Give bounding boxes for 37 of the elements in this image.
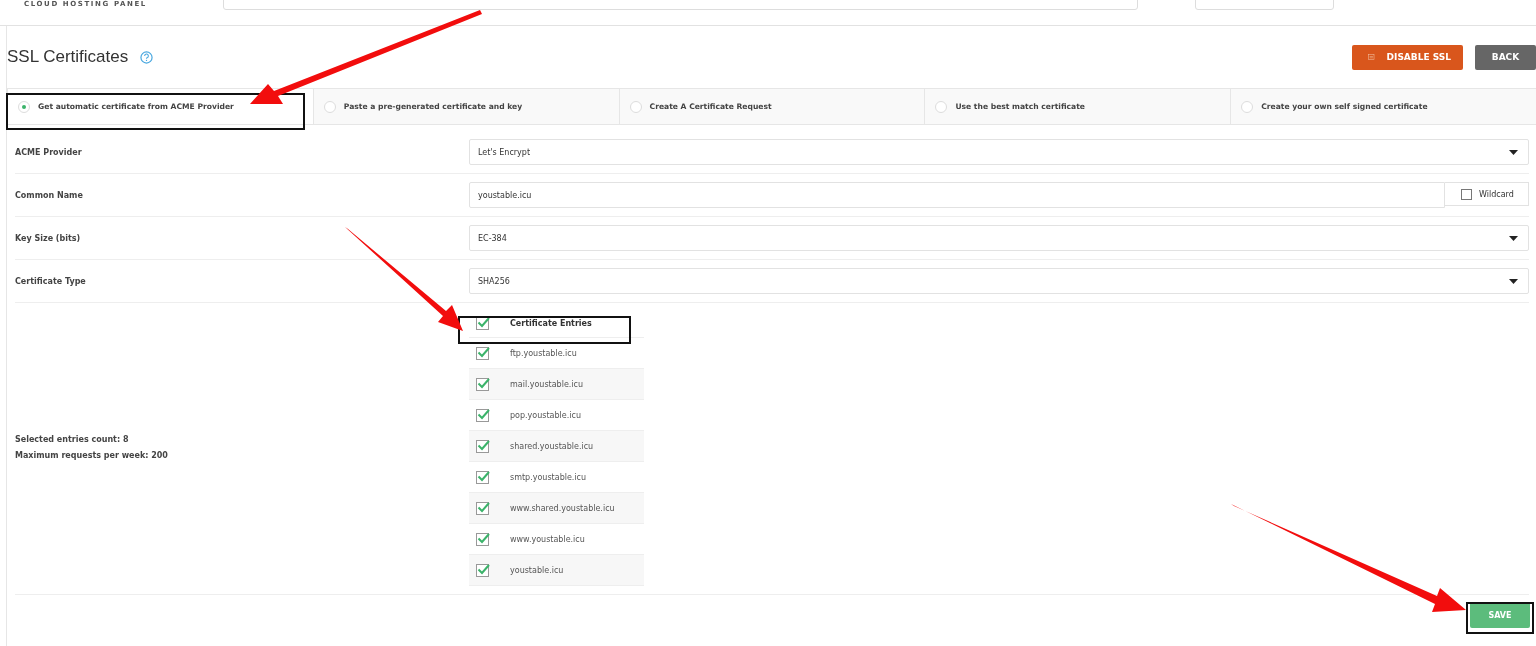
checked-checkbox[interactable] — [476, 501, 490, 515]
caret-icon — [1509, 149, 1518, 155]
help-icon[interactable] — [140, 50, 154, 64]
field-label: ACME Provider — [15, 147, 83, 157]
domain-name: ftp.youstable.icu — [510, 348, 577, 358]
domain-name: www.shared.youstable.icu — [510, 503, 615, 513]
caret-icon — [1509, 278, 1518, 284]
checked-checkbox[interactable] — [476, 563, 490, 577]
page-title: SSL Certificates — [7, 47, 129, 67]
field-label: Certificate Type — [15, 276, 87, 286]
checked-checkbox[interactable] — [476, 470, 490, 484]
caret-icon — [1509, 235, 1518, 241]
field-label: Key Size (bits) — [15, 233, 82, 243]
disable-ssl-button[interactable]: DISABLE SSL — [1352, 44, 1463, 70]
summary-text: Selected entries count: 8 — [15, 433, 130, 446]
domain-name: youstable.icu — [510, 565, 564, 575]
summary-text: Maximum requests per week: 200 — [15, 449, 169, 462]
dropdown-field[interactable]: EC-384 — [469, 225, 1529, 251]
domain-name: www.youstable.icu — [510, 534, 585, 544]
domain-name: mail.youstable.icu — [510, 379, 584, 389]
domain-name: shared.youstable.icu — [510, 441, 594, 451]
back-button[interactable]: BACK — [1475, 44, 1536, 70]
column-heading: Certificate Entries — [510, 318, 592, 328]
text-field[interactable]: youstable.icu — [469, 182, 1445, 208]
checked-checkbox[interactable] — [476, 377, 490, 391]
domain-name: pop.youstable.icu — [510, 410, 581, 420]
certificate-icon — [1368, 51, 1375, 63]
domain-name: smtp.youstable.icu — [510, 472, 587, 482]
checked-checkbox[interactable] — [476, 439, 490, 453]
annotation-frame — [1466, 602, 1534, 634]
checked-checkbox[interactable] — [476, 346, 490, 360]
wildcard-checkbox[interactable]: Wildcard — [1445, 182, 1529, 206]
field-label: Common Name — [15, 190, 84, 200]
checked-checkbox[interactable] — [476, 408, 490, 422]
dropdown-field[interactable]: SHA256 — [469, 268, 1529, 294]
checked-checkbox[interactable] — [476, 532, 490, 546]
dropdown-field[interactable]: Let's Encrypt — [469, 139, 1529, 165]
